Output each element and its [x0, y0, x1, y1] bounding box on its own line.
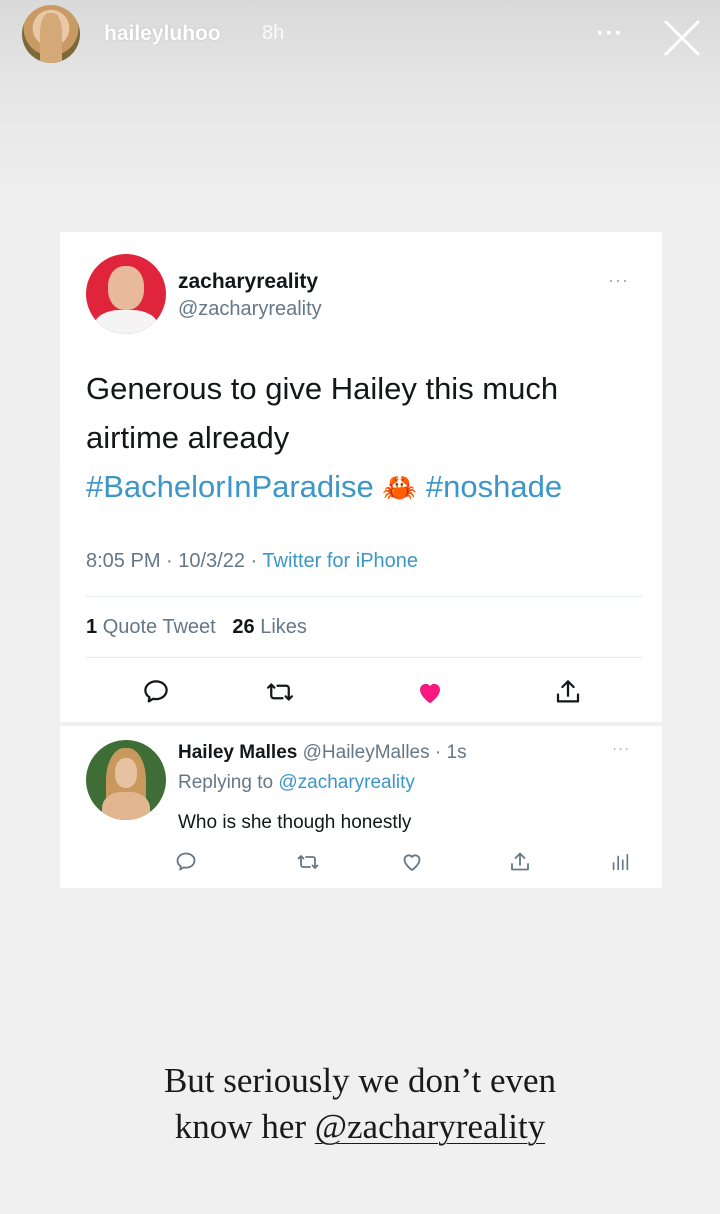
- retweet-icon[interactable]: [260, 672, 300, 712]
- like-icon[interactable]: [410, 672, 450, 712]
- story-timestamp: 8h: [262, 22, 285, 44]
- reply-author-avatar[interactable]: [86, 740, 166, 820]
- tweet-timestamp: 8:05 PM · 10/3/22 ·: [86, 550, 263, 572]
- tweet-stats: 1 Quote Tweet 26 Likes: [86, 616, 307, 639]
- crab-emoji-icon: 🦀: [382, 472, 418, 503]
- reply-text: Who is she though honestly: [178, 812, 412, 833]
- tweet-author-name[interactable]: zacharyreality: [178, 270, 318, 294]
- analytics-icon[interactable]: [600, 842, 640, 882]
- more-options-icon[interactable]: ···: [590, 14, 630, 54]
- tweet-author-handle[interactable]: @zacharyreality: [178, 298, 322, 321]
- likes-stat[interactable]: 26 Likes: [232, 616, 307, 638]
- reply-handle-time[interactable]: @HaileyMalles · 1s: [303, 742, 467, 763]
- reply-icon[interactable]: [166, 842, 206, 882]
- hashtag-link[interactable]: #noshade: [426, 469, 562, 504]
- reply-card: Hailey Malles @HaileyMalles · 1s ··· Rep…: [60, 726, 662, 888]
- like-icon[interactable]: [392, 842, 432, 882]
- reply-icon[interactable]: [136, 672, 176, 712]
- caption-line: know her: [174, 1107, 315, 1146]
- quote-tweet-stat[interactable]: 1 Quote Tweet: [86, 616, 216, 638]
- tweet-text-line: Generous to give Hailey this much: [86, 371, 559, 406]
- tweet-source-link[interactable]: Twitter for iPhone: [262, 550, 418, 572]
- divider: [86, 596, 642, 597]
- replying-to-mention[interactable]: @zacharyreality: [278, 772, 415, 793]
- reply-more-icon[interactable]: ···: [612, 740, 630, 757]
- caption-line: But seriously we don’t even: [163, 1061, 557, 1100]
- reply-header: Hailey Malles @HaileyMalles · 1s: [178, 742, 467, 764]
- reply-author-name[interactable]: Hailey Malles: [178, 742, 297, 763]
- retweet-icon[interactable]: [288, 842, 328, 882]
- divider: [86, 657, 642, 658]
- tweet-metadata: 8:05 PM · 10/3/22 · Twitter for iPhone: [86, 550, 418, 573]
- hashtag-link[interactable]: #BachelorInParadise: [86, 469, 374, 504]
- story-avatar[interactable]: [22, 5, 80, 63]
- story-header: haileyluhoo 8h ···: [0, 0, 720, 75]
- share-icon[interactable]: [500, 842, 540, 882]
- tweet-more-icon[interactable]: ···: [608, 270, 629, 291]
- close-icon[interactable]: [660, 16, 704, 60]
- story-caption: But seriously we don’t even know her @za…: [0, 1058, 720, 1150]
- tweet-text-line: airtime already: [86, 420, 290, 455]
- share-icon[interactable]: [548, 672, 588, 712]
- replying-to: Replying to @zacharyreality: [178, 772, 415, 793]
- tweet-text: Generous to give Hailey this much airtim…: [86, 364, 646, 512]
- tweet-author-avatar[interactable]: [86, 254, 166, 334]
- tweet-card: zacharyreality @zacharyreality ··· Gener…: [60, 232, 662, 722]
- caption-mention[interactable]: @zacharyreality: [315, 1107, 545, 1146]
- story-username[interactable]: haileyluhoo: [104, 22, 221, 46]
